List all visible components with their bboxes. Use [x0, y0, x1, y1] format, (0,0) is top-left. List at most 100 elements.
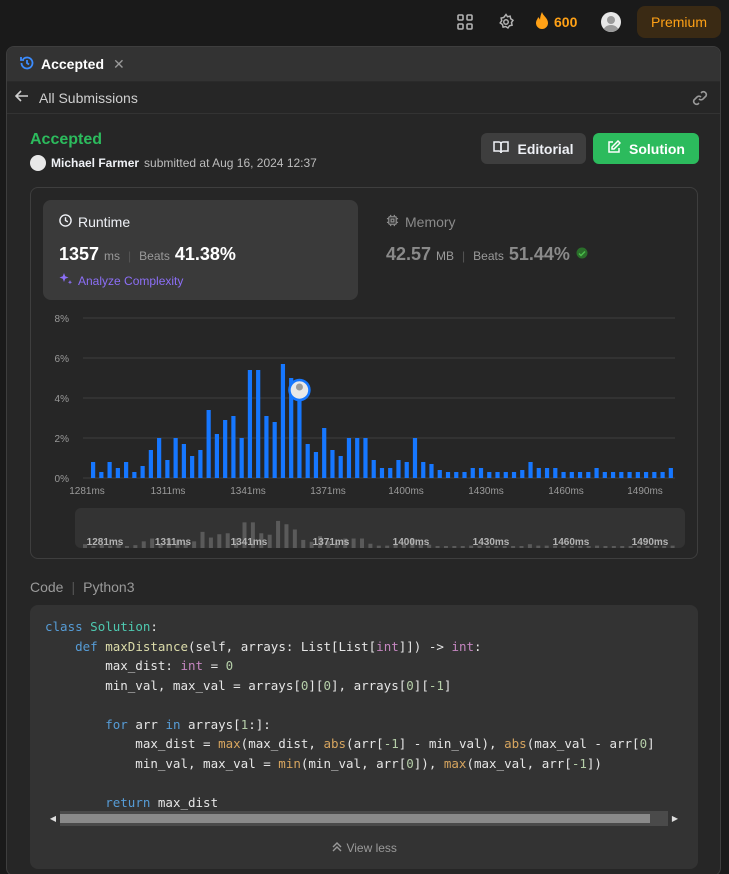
chart-bar[interactable] [635, 472, 640, 478]
chart-bar[interactable] [627, 472, 632, 478]
chart-bar[interactable] [124, 462, 129, 478]
chart-bar[interactable] [264, 416, 269, 478]
chart-bar[interactable] [338, 456, 343, 478]
chart-bar[interactable] [107, 462, 112, 478]
chart-bar[interactable] [388, 468, 393, 478]
chart-bar[interactable] [148, 450, 153, 478]
chart-bar[interactable] [206, 410, 211, 478]
premium-button[interactable]: Premium [637, 6, 721, 38]
tab-accepted[interactable]: Accepted [41, 56, 104, 72]
chart-bar[interactable] [181, 444, 186, 478]
chart-bar[interactable] [140, 466, 145, 478]
chart-bar[interactable] [239, 438, 244, 478]
minimap-bar [150, 538, 155, 548]
top-nav: 600 Premium [0, 0, 729, 44]
chart-bar[interactable] [445, 472, 451, 478]
layout-grid-icon[interactable] [455, 12, 475, 32]
chart-bar[interactable] [198, 450, 203, 478]
chart-bar[interactable] [660, 472, 665, 478]
arrow-left-icon[interactable] [14, 89, 29, 106]
chart-bar[interactable] [619, 472, 624, 478]
chart-bar[interactable] [379, 468, 385, 478]
chart-bar[interactable] [297, 400, 302, 478]
chart-bar[interactable] [231, 416, 236, 478]
chart-bar[interactable] [165, 460, 170, 478]
chart-bar[interactable] [322, 428, 327, 478]
chart-bar[interactable] [561, 472, 566, 478]
chart-bar[interactable] [305, 444, 310, 478]
chart-bar[interactable] [190, 456, 195, 478]
tab-close-icon[interactable]: ✕ [113, 56, 125, 73]
chart-bar[interactable] [487, 472, 492, 478]
chart-bar[interactable] [577, 472, 583, 478]
chart-bar[interactable] [454, 472, 459, 478]
chart-bar[interactable] [91, 462, 96, 478]
solution-button[interactable]: Solution [593, 133, 699, 164]
chart-bar[interactable] [247, 370, 253, 478]
chart-bar[interactable] [652, 472, 657, 478]
chart-bar[interactable] [115, 468, 120, 478]
chart-bar[interactable] [602, 472, 607, 478]
streak-counter[interactable]: 600 [535, 11, 577, 33]
chart-bar[interactable] [223, 420, 228, 478]
submission-panel: Accepted ✕ All Submissions Accepted Mich… [6, 46, 721, 874]
chart-bar[interactable] [173, 438, 178, 478]
scroll-left-arrow-icon[interactable]: ◀ [46, 811, 60, 826]
chart-bar[interactable] [404, 462, 409, 478]
scrollbar-thumb[interactable] [60, 814, 650, 823]
chart-bar[interactable] [256, 370, 261, 478]
chart-bar[interactable] [610, 472, 616, 478]
chart-bar[interactable] [421, 462, 426, 478]
chart-bar[interactable] [99, 472, 104, 478]
chart-bar[interactable] [346, 438, 352, 478]
view-less-button[interactable]: View less [30, 841, 698, 855]
gear-icon[interactable] [496, 12, 516, 32]
chart-bar[interactable] [157, 438, 162, 478]
minimap-tick-label: 1400ms [393, 537, 430, 548]
chart-bar[interactable] [214, 434, 220, 478]
chart-bar[interactable] [668, 468, 673, 478]
memory-header[interactable]: Memory [386, 214, 456, 230]
chart-bar[interactable] [363, 438, 368, 478]
chart-bar[interactable] [569, 472, 574, 478]
analyze-complexity-link[interactable]: Analyze Complexity [59, 272, 183, 289]
x-tick-label: 1430ms [468, 486, 504, 497]
scroll-right-arrow-icon[interactable]: ▶ [668, 811, 682, 826]
user-avatar[interactable] [601, 12, 621, 32]
chart-bar[interactable] [643, 472, 649, 478]
chart-bar[interactable] [396, 460, 401, 478]
chart-bar[interactable] [586, 472, 591, 478]
chart-bar[interactable] [280, 364, 286, 478]
chart-bar[interactable] [437, 470, 442, 478]
chart-bar[interactable] [429, 464, 434, 478]
chart-bar[interactable] [536, 468, 541, 478]
chart-range-minimap[interactable]: 1281ms 1311ms 1341ms 1371ms 1400ms 1430ms 1460… [75, 508, 685, 548]
all-submissions-link[interactable]: All Submissions [39, 90, 138, 106]
chart-bar[interactable] [503, 472, 508, 478]
chart-bar[interactable] [313, 452, 319, 478]
horizontal-scrollbar[interactable]: ◀ ▶ [46, 811, 682, 826]
chart-bar[interactable] [272, 422, 277, 478]
chart-bar[interactable] [330, 450, 335, 478]
chart-bar[interactable] [371, 460, 376, 478]
chart-bar[interactable] [412, 438, 418, 478]
chart-bar[interactable] [462, 472, 467, 478]
editorial-button[interactable]: Editorial [481, 133, 586, 164]
link-icon[interactable] [692, 90, 708, 109]
chart-bar[interactable] [594, 468, 599, 478]
chart-bar[interactable] [511, 472, 517, 478]
chart-bar[interactable] [544, 468, 550, 478]
chart-bar[interactable] [132, 472, 137, 478]
chart-bar[interactable] [470, 468, 475, 478]
chart-bar[interactable] [528, 462, 533, 478]
submitter-name[interactable]: Michael Farmer [51, 156, 139, 170]
code-content[interactable]: class Solution: def maxDistance(self, ar… [45, 617, 655, 812]
code-viewer[interactable]: class Solution: def maxDistance(self, ar… [30, 605, 698, 869]
chart-bar[interactable] [355, 438, 360, 478]
runtime-box[interactable]: Runtime 1357 ms | Beats 41.38% Analyze C… [43, 200, 358, 300]
chart-bar[interactable] [478, 468, 484, 478]
chart-bar[interactable] [553, 468, 558, 478]
minimap-bar [351, 538, 356, 548]
chart-bar[interactable] [495, 472, 500, 478]
chart-bar[interactable] [520, 470, 525, 478]
